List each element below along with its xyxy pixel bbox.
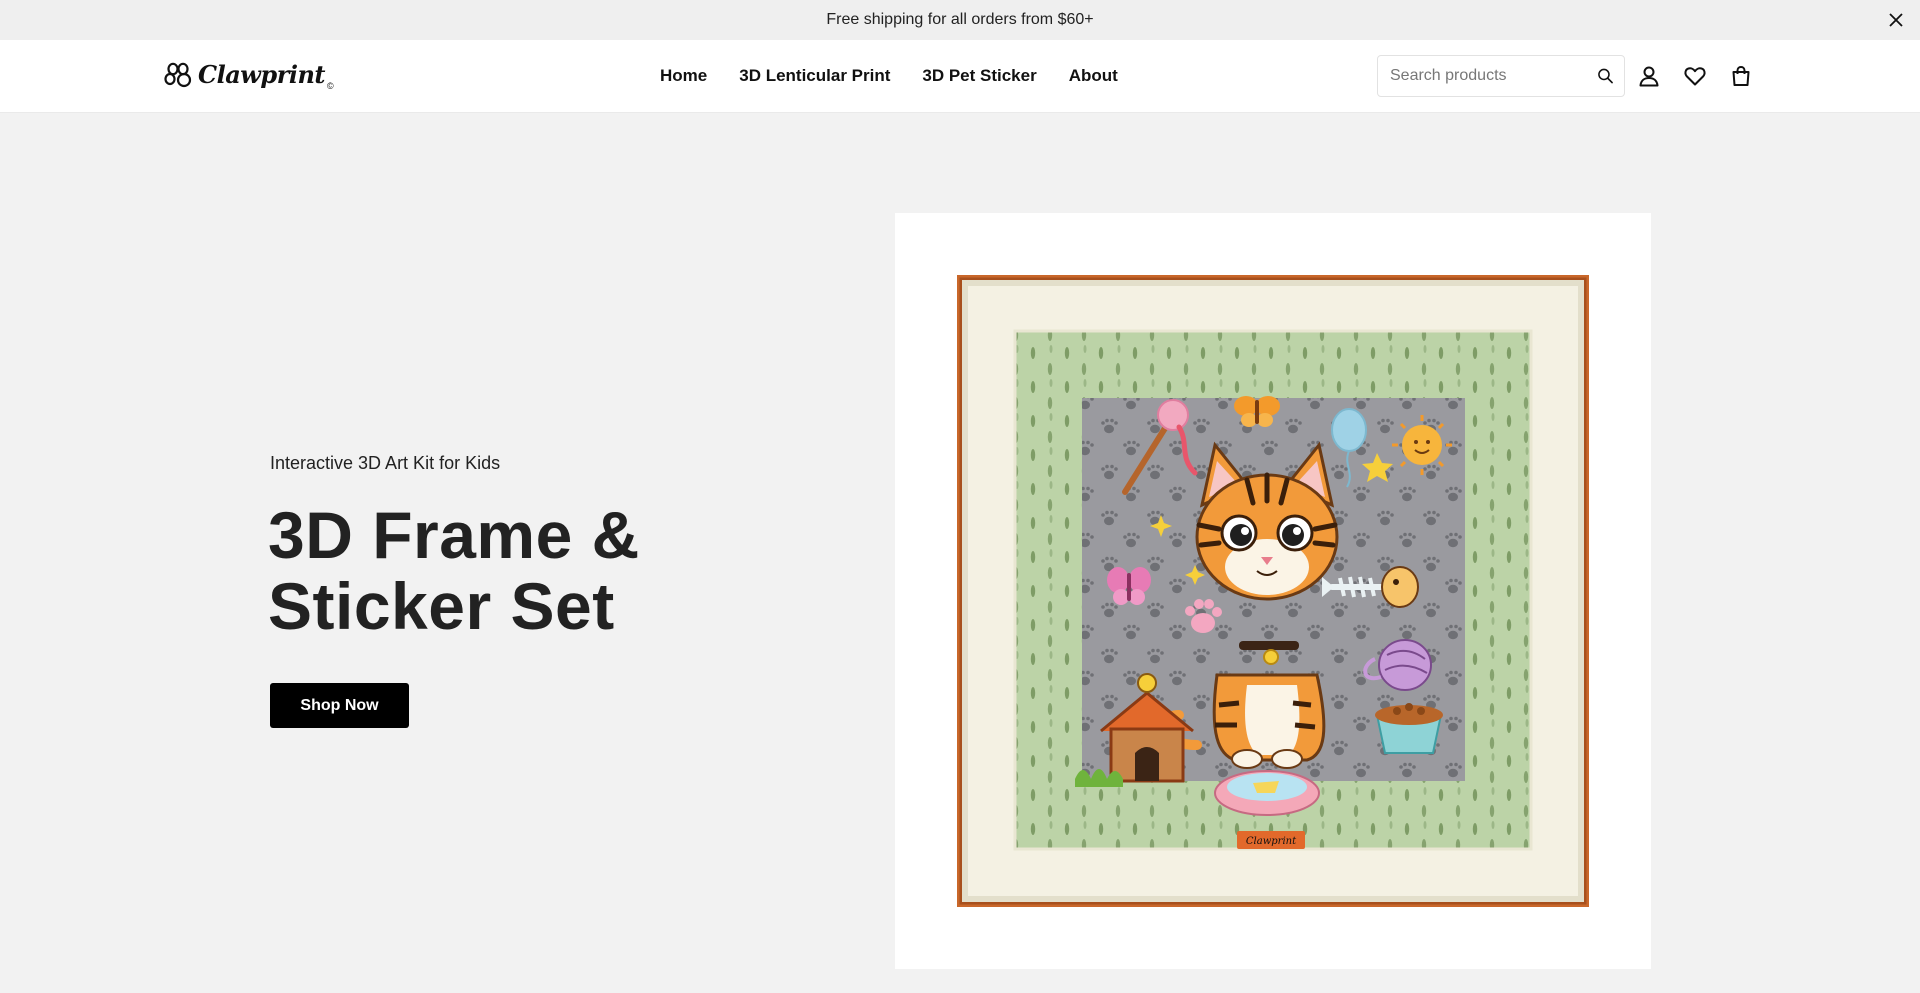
site-header: Clawprint © Home 3D Lenticular Print 3D … bbox=[0, 40, 1920, 113]
wishlist-heart-icon[interactable] bbox=[1683, 64, 1707, 88]
framed-cat-artwork-image: Clawprint bbox=[957, 275, 1589, 907]
search-icon[interactable] bbox=[1597, 65, 1614, 87]
nav-item-home[interactable]: Home bbox=[660, 66, 707, 86]
brand-name: Clawprint bbox=[198, 60, 326, 89]
hero-product-image[interactable]: Clawprint bbox=[895, 213, 1651, 969]
cart-bag-icon[interactable] bbox=[1729, 64, 1753, 88]
nav-item-about[interactable]: About bbox=[1069, 66, 1118, 86]
close-icon[interactable] bbox=[1886, 10, 1906, 30]
paw-logo-icon bbox=[164, 62, 192, 87]
nav-item-3d-pet-sticker[interactable]: 3D Pet Sticker bbox=[922, 66, 1036, 86]
hero-title: 3D Frame & Sticker Set bbox=[268, 498, 640, 643]
announcement-text: Free shipping for all orders from $60+ bbox=[826, 11, 1094, 28]
main-nav: Home 3D Lenticular Print 3D Pet Sticker … bbox=[660, 40, 1118, 112]
hero-subtitle: Interactive 3D Art Kit for Kids bbox=[270, 453, 501, 473]
brand-logo[interactable]: Clawprint © bbox=[164, 60, 334, 91]
search-box bbox=[1377, 55, 1625, 97]
account-icon[interactable] bbox=[1637, 64, 1661, 88]
shop-now-button[interactable]: Shop Now bbox=[270, 683, 409, 728]
announcement-bar: Free shipping for all orders from $60+ bbox=[0, 0, 1920, 40]
frame-plaque-text: Clawprint bbox=[1246, 836, 1297, 847]
nav-item-3d-lenticular-print[interactable]: 3D Lenticular Print bbox=[739, 66, 890, 86]
search-input[interactable] bbox=[1390, 67, 1597, 85]
brand-mark: © bbox=[327, 81, 334, 91]
